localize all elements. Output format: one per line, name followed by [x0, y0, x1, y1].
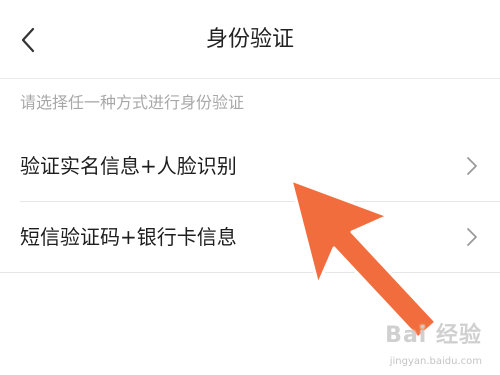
option-label: 短信验证码+银行卡信息 [20, 225, 237, 249]
instruction-text: 请选择任一种方式进行身份验证 [20, 93, 245, 112]
chevron-right-icon [467, 157, 477, 175]
header: 身份验证 [0, 0, 500, 78]
watermark-url: jingyan.baidu.com [389, 356, 482, 367]
chevron-right-icon [467, 228, 477, 246]
header-divider [0, 78, 500, 79]
row-divider [0, 272, 500, 273]
option-label: 验证实名信息+人脸识别 [20, 154, 237, 178]
identity-verification-screen: 身份验证 请选择任一种方式进行身份验证 验证实名信息+人脸识别 短信验证码+银行… [0, 0, 500, 375]
page-title: 身份验证 [205, 27, 294, 52]
option-sms-bankcard[interactable]: 短信验证码+银行卡信息 [0, 201, 500, 273]
option-realname-face-recognition[interactable]: 验证实名信息+人脸识别 [0, 130, 500, 202]
watermark: Bai 经验 jingyan.baidu.com [352, 317, 482, 367]
watermark-logo: Bai 经验 [385, 323, 482, 348]
